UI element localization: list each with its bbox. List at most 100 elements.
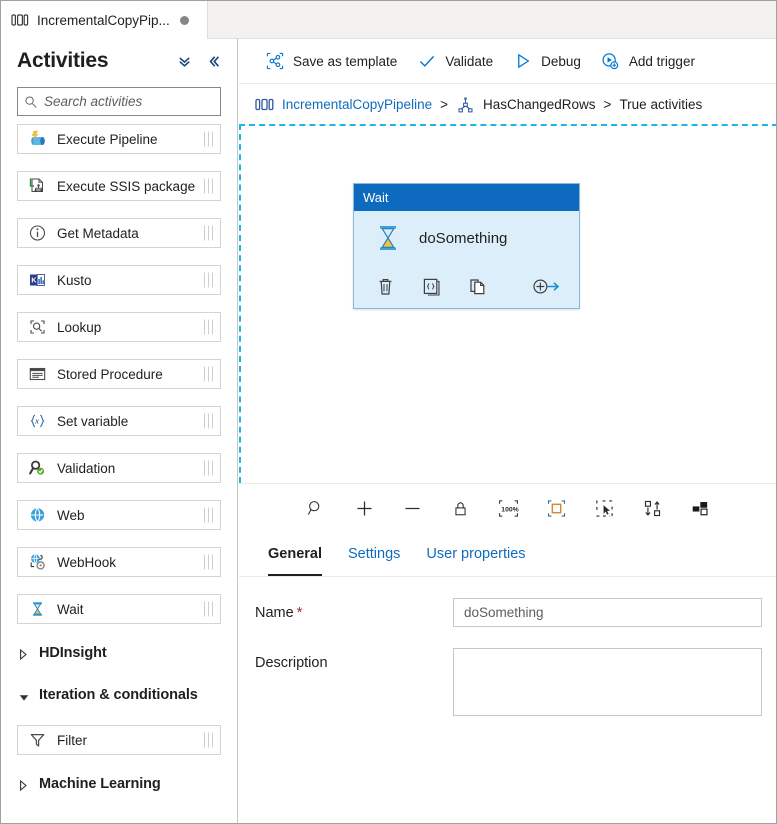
search-box[interactable] <box>17 87 223 116</box>
activity-node-doSomething[interactable]: Wait doSomething <box>353 183 580 309</box>
pipeline-command-bar: Save as template Validate Debug Add trig… <box>239 39 776 84</box>
drag-handle[interactable] <box>204 319 213 335</box>
description-row: Description <box>239 648 776 721</box>
page-title: Activities <box>17 49 109 72</box>
node-body: doSomething <box>354 211 579 265</box>
tab-settings[interactable]: Settings <box>335 532 413 576</box>
breadcrumb-pipeline-link[interactable]: IncrementalCopyPipeline <box>282 97 432 112</box>
drag-handle[interactable] <box>204 413 213 429</box>
activity-webhook[interactable]: WebHook <box>17 547 221 577</box>
drag-handle[interactable] <box>204 272 213 288</box>
group-machine-learning[interactable]: Machine Learning <box>19 772 221 795</box>
drag-handle[interactable] <box>204 225 213 241</box>
activity-label: Web <box>57 507 85 523</box>
activity-set-variable[interactable]: x Set variable <box>17 406 221 436</box>
activity-label: Get Metadata <box>57 225 139 241</box>
sidebar-header-actions <box>176 53 223 70</box>
drag-handle[interactable] <box>204 554 213 570</box>
drag-handle[interactable] <box>204 131 213 147</box>
activity-label: Validation <box>57 460 116 476</box>
set-variable-icon: x <box>27 411 48 431</box>
activity-kusto[interactable]: K Kusto <box>17 265 221 295</box>
lookup-icon <box>27 317 48 337</box>
lock-canvas-icon[interactable] <box>437 484 485 532</box>
zoom-to-fit-icon[interactable] <box>293 484 341 532</box>
tab-general[interactable]: General <box>255 532 335 576</box>
tab-user-properties[interactable]: User properties <box>413 532 538 576</box>
activity-label: Execute SSIS package <box>57 178 196 194</box>
search-icon <box>18 95 44 109</box>
add-output-connection-icon[interactable] <box>531 277 561 296</box>
svg-text:100%: 100% <box>501 506 518 513</box>
activity-filter[interactable]: Filter <box>17 725 221 755</box>
description-input[interactable] <box>453 648 762 716</box>
activity-validation[interactable]: Validation <box>17 453 221 483</box>
add-trigger-label: Add trigger <box>628 53 695 69</box>
editor-tab-strip: IncrementalCopyPip... <box>1 1 776 39</box>
name-input[interactable] <box>453 598 762 627</box>
search-input[interactable] <box>44 88 223 115</box>
clone-activity-icon[interactable] <box>467 276 488 297</box>
tab-user-properties-label: User properties <box>426 546 526 562</box>
node-actions <box>354 265 579 307</box>
drag-handle[interactable] <box>204 507 213 523</box>
general-form: Name* Description <box>239 577 776 721</box>
svg-text:K: K <box>31 277 36 284</box>
save-as-template-label: Save as template <box>293 53 398 69</box>
group-label: HDInsight <box>39 644 107 661</box>
description-label: Description <box>255 655 328 671</box>
drag-handle[interactable] <box>204 732 213 748</box>
delete-activity-icon[interactable] <box>375 276 396 297</box>
description-label-wrap: Description <box>255 648 453 671</box>
activity-list: Execute Pipeline Execute SSIS package Ge… <box>1 116 237 795</box>
stored-procedure-icon <box>27 364 48 384</box>
validate-label: Validate <box>445 53 494 69</box>
activity-wait[interactable]: Wait <box>17 594 221 624</box>
group-hdinsight[interactable]: HDInsight <box>19 641 221 664</box>
auto-align-icon[interactable] <box>629 484 677 532</box>
pipeline-tab[interactable]: IncrementalCopyPip... <box>1 1 208 39</box>
drag-handle[interactable] <box>204 366 213 382</box>
debug-button[interactable]: Debug <box>503 45 591 77</box>
activity-stored-procedure[interactable]: Stored Procedure <box>17 359 221 389</box>
unsaved-changes-dot <box>179 15 189 25</box>
group-iteration-conditionals[interactable]: Iteration & conditionals <box>19 683 221 706</box>
pipeline-canvas[interactable]: Wait doSomething <box>239 124 776 483</box>
name-label: Name <box>255 605 294 621</box>
drag-handle[interactable] <box>204 601 213 617</box>
activity-get-metadata[interactable]: Get Metadata <box>17 218 221 248</box>
activity-label: WebHook <box>57 554 117 570</box>
svg-text:x: x <box>34 416 39 426</box>
required-marker: * <box>296 605 303 621</box>
tab-settings-label: Settings <box>348 546 401 562</box>
name-row: Name * <box>239 598 776 627</box>
zoom-in-icon[interactable] <box>341 484 389 532</box>
activity-web[interactable]: Web <box>17 500 221 530</box>
validation-icon <box>27 458 48 478</box>
select-mode-icon[interactable] <box>581 484 629 532</box>
toggle-minimap-icon[interactable] <box>677 484 725 532</box>
debug-label: Debug <box>541 53 581 69</box>
zoom-100-percent-icon[interactable]: 100% <box>485 484 533 532</box>
save-as-template-button[interactable]: Save as template <box>255 45 407 77</box>
chevron-down-icon <box>19 689 29 701</box>
fit-to-screen-icon[interactable] <box>533 484 581 532</box>
chevron-double-left-icon[interactable] <box>206 53 223 70</box>
activity-lookup[interactable]: Lookup <box>17 312 221 342</box>
activity-execute-ssis-package[interactable]: Execute SSIS package <box>17 171 221 201</box>
activity-execute-pipeline[interactable]: Execute Pipeline <box>17 124 221 154</box>
activity-label: Set variable <box>57 413 129 429</box>
activity-label: Kusto <box>57 272 92 288</box>
activity-label: Wait <box>57 601 84 617</box>
web-icon <box>27 505 48 525</box>
add-trigger-button[interactable]: Add trigger <box>591 45 705 77</box>
view-code-icon[interactable] <box>421 276 442 297</box>
zoom-out-icon[interactable] <box>389 484 437 532</box>
breadcrumb-separator-2: > <box>603 96 612 112</box>
pipeline-icon <box>11 13 29 27</box>
chevron-double-down-icon[interactable] <box>176 53 193 70</box>
validate-button[interactable]: Validate <box>407 45 503 77</box>
drag-handle[interactable] <box>204 460 213 476</box>
drag-handle[interactable] <box>204 178 213 194</box>
pipeline-editor-pane: Save as template Validate Debug Add trig… <box>239 39 776 823</box>
